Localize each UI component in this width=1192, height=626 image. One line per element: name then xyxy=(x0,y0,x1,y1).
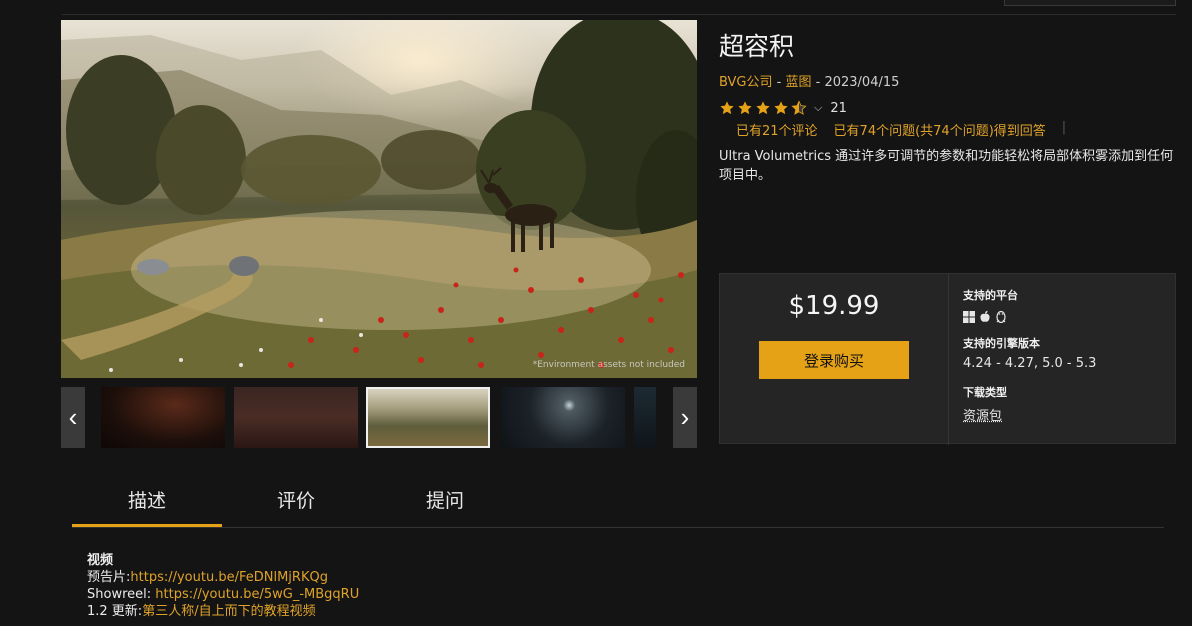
star-full-icon xyxy=(774,101,788,115)
engine-versions: 4.24 - 4.27, 5.0 - 5.3 xyxy=(963,356,1097,371)
showreel-line: Showreel: https://youtu.be/5wG_-MBgqRU xyxy=(87,586,359,603)
product-meta: BVG公司 - 蓝图 - 2023/04/15 xyxy=(719,71,899,90)
link-divider: | xyxy=(1061,120,1067,135)
linux-icon xyxy=(996,310,1006,323)
rating-widget[interactable]: ⌵ 21 xyxy=(719,98,847,118)
chevron-right-icon: › xyxy=(680,402,690,432)
product-title: 超容积 xyxy=(719,32,795,61)
panel-divider xyxy=(948,274,949,445)
review-links: 已有21个评论 已有74个问题(共74个问题)得到回答 | xyxy=(736,120,1066,139)
download-type-link[interactable]: 资源包 xyxy=(963,405,1002,424)
star-full-icon xyxy=(756,101,770,115)
chevron-down-icon[interactable]: ⌵ xyxy=(814,102,822,115)
windows-icon xyxy=(963,310,975,323)
thumbnail-4[interactable] xyxy=(501,387,625,448)
scene-illustration xyxy=(61,20,697,378)
update-label: 1.2 更新: xyxy=(87,604,143,619)
release-date: 2023/04/15 xyxy=(824,75,900,90)
platforms-label: 支持的平台 xyxy=(963,289,1018,302)
thumbnail-1[interactable] xyxy=(101,387,225,448)
star-full-icon xyxy=(720,101,734,115)
star-half-icon xyxy=(791,100,807,115)
price: $19.99 xyxy=(788,291,880,321)
thumbnail-5[interactable] xyxy=(634,387,656,448)
description-body: 视频 预告片:https://youtu.be/FeDNlMjRKQg Show… xyxy=(87,552,359,620)
tab-questions[interactable]: 提问 xyxy=(370,478,520,527)
purchase-panel: $19.99 登录购买 支持的平台 支持的引擎版本 4.24 - 4.27, 5… xyxy=(719,273,1176,445)
meta-separator: - xyxy=(811,75,825,90)
carousel-next-button[interactable]: › xyxy=(673,387,697,448)
update-link[interactable]: 第三人称/自上而下的教程视频 xyxy=(142,604,315,619)
product-description: Ultra Volumetrics 通过许多可调节的参数和功能轻松将局部体积雾添… xyxy=(719,149,1174,183)
carousel-prev-button[interactable]: ‹ xyxy=(61,387,85,448)
showreel-label: Showreel: xyxy=(87,587,156,602)
login-to-buy-button[interactable]: 登录购买 xyxy=(759,341,909,379)
category-link[interactable]: 蓝图 xyxy=(785,75,811,90)
trailer-line: 预告片:https://youtu.be/FeDNlMjRKQg xyxy=(87,569,359,586)
chevron-left-icon: ‹ xyxy=(68,402,78,432)
videos-heading: 视频 xyxy=(87,553,114,568)
questions-link[interactable]: 已有74个问题(共74个问题)得到回答 xyxy=(834,120,1046,139)
tab-reviews[interactable]: 评价 xyxy=(221,478,371,527)
trailer-link[interactable]: https://youtu.be/FeDNlMjRKQg xyxy=(130,570,328,585)
thumbnail-3-selected[interactable] xyxy=(366,387,490,448)
content-tabs: 描述 评价 提问 xyxy=(72,478,1164,528)
thumbnail-2[interactable] xyxy=(234,387,358,448)
apple-icon xyxy=(980,310,990,322)
download-type-label: 下载类型 xyxy=(963,386,1007,399)
engine-versions-label: 支持的引擎版本 xyxy=(963,337,1040,350)
update-line: 1.2 更新:第三人称/自上而下的教程视频 xyxy=(87,603,359,620)
main-product-image[interactable]: *Environment assets not included xyxy=(61,20,697,378)
trailer-label: 预告片: xyxy=(87,570,131,585)
reviews-link[interactable]: 已有21个评论 xyxy=(736,120,818,139)
search-box[interactable] xyxy=(1004,0,1176,6)
header-divider xyxy=(62,14,1176,15)
tab-description[interactable]: 描述 xyxy=(72,478,222,527)
platform-icons xyxy=(963,310,1007,323)
showreel-link[interactable]: https://youtu.be/5wG_-MBgqRU xyxy=(155,587,359,602)
thumbnail-carousel: ‹ › xyxy=(61,387,697,448)
hero-image-note: *Environment assets not included xyxy=(532,360,685,370)
meta-separator: - xyxy=(772,75,786,90)
publisher-link[interactable]: BVG公司 xyxy=(719,75,773,90)
rating-count: 21 xyxy=(830,100,847,116)
star-full-icon xyxy=(738,101,752,115)
